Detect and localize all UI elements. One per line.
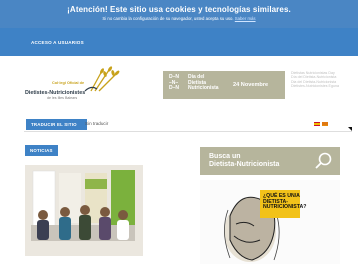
logo-line-3: de les Illes Balears [47,96,78,100]
wheat-logo-icon [84,66,120,92]
corner-ribbon [348,127,352,131]
logo-line-1: Col·legi Oficial de [52,81,85,85]
translate-bar: TRADUCIR EL SITIO Sin traducir [24,116,352,132]
question-line-3: NUTRICIONISTA? [263,204,307,210]
find-dietitian-line-1: Busca un [209,153,241,160]
dietitian-day-banner[interactable]: D–N –N– D–N Dia del Dietista Nutricionis… [163,71,285,99]
news-section-label: NOTICIAS [25,145,58,156]
banner-side-line: Dietistes-Nutricionistes Eguna [291,84,339,89]
cookie-notice-text: Si no cambia la configuración de su nave… [0,16,358,21]
search-icon[interactable] [314,151,334,171]
banner-side-text: Dietistas Nutricionistas Day Día del Die… [291,71,351,99]
banner-word-3: Nutricionista [188,85,219,91]
cookie-notice-title: ¡Atención! Este sitio usa cookies y tecn… [67,5,291,14]
banner-letter-3: D–N [169,85,180,91]
cookie-more-link[interactable]: Saber más [235,16,256,21]
what-is-dietitian-promo[interactable]: ¿QUÉ ES UN/A DIETISTA- NUTRICIONISTA? [200,180,340,264]
top-nav-bar: ACCESO A USUARIOS [0,28,358,56]
banner-words: Dia del Dietista Nutricionista [188,74,219,92]
find-dietitian-box[interactable]: Busca un Dietista-Nutricionista [200,147,340,175]
news-photo[interactable] [25,165,143,256]
spain-flag-icon[interactable] [314,122,320,126]
site-logo[interactable]: Col·legi Oficial de Dietistes-Nutricioni… [25,63,125,108]
translate-select[interactable]: Sin traducir [85,121,108,126]
translate-site-label: TRADUCIR EL SITIO [26,119,87,130]
group-photo-image [25,165,143,256]
catalan-flag-icon[interactable] [322,122,328,126]
find-dietitian-title: Busca un Dietista-Nutricionista [209,153,279,169]
cookie-notice-subtitle: Si no cambia la configuración de su nave… [102,16,234,21]
banner-date: 24 Novembre [233,82,269,88]
user-access-link[interactable]: ACCESO A USUARIOS [31,40,84,45]
what-is-dietitian-question: ¿QUÉ ES UN/A DIETISTA- NUTRICIONISTA? [263,193,307,211]
find-dietitian-line-2: Dietista-Nutricionista [209,161,280,168]
banner-letters: D–N –N– D–N [169,74,180,92]
cookie-notice: ¡Atención! Este sitio usa cookies y tecn… [0,0,358,28]
